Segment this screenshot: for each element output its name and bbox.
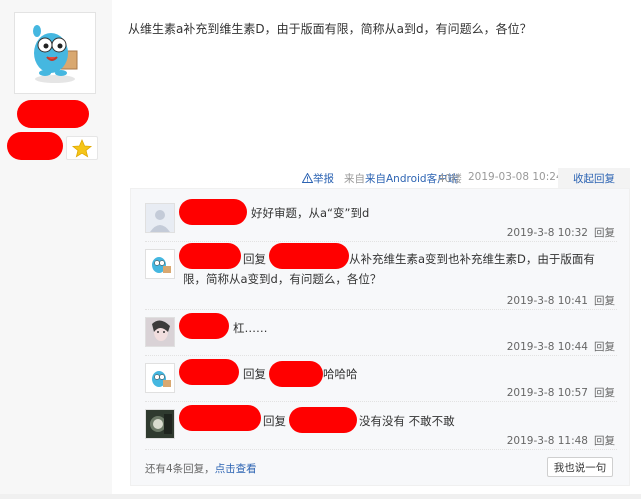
reply-text: 杠…… xyxy=(233,321,268,335)
reply-divider xyxy=(145,401,617,402)
redacted-replier xyxy=(179,243,241,269)
post-meta: 举报 来自来自Android客户端 40楼 2019-03-08 10:24 收… xyxy=(300,168,630,190)
reply-avatar[interactable] xyxy=(145,317,175,347)
reply-time: 2019-3-8 10:41 xyxy=(506,295,588,307)
reply-divider xyxy=(145,449,617,450)
mascot-avatar-icon xyxy=(146,364,174,392)
reply-avatar[interactable] xyxy=(145,363,175,393)
reply-time: 2019-3-8 11:48 xyxy=(506,435,588,447)
reply-prefix: 回复 xyxy=(243,367,266,381)
reply-button[interactable]: 回复 xyxy=(594,435,615,447)
post-content: 从维生素a补充到维生素D，由于版面有限，简称从a到d，有问题么，各位？ xyxy=(128,22,532,36)
redacted-badge-name xyxy=(7,132,63,160)
say-something-button[interactable]: 我也说一句 xyxy=(547,457,613,477)
reply-meta: 2019-3-8 11:48 回复 xyxy=(507,433,615,448)
reply-meta: 2019-3-8 10:44 回复 xyxy=(507,339,615,354)
redacted-replier xyxy=(179,359,239,385)
reply-divider xyxy=(145,355,617,356)
reply-time: 2019-3-8 10:32 xyxy=(506,227,588,239)
report-label[interactable]: 举报 xyxy=(313,173,334,185)
warning-triangle-icon xyxy=(301,172,314,183)
reply-divider xyxy=(145,309,617,310)
redacted-mention xyxy=(269,361,323,387)
author-avatar[interactable] xyxy=(14,12,96,94)
floor-number: 40楼 xyxy=(438,173,462,185)
redacted-replier xyxy=(179,405,261,431)
redacted-replier xyxy=(179,199,247,225)
reply-meta: 2019-3-8 10:32 回复 xyxy=(507,225,615,240)
collapse-replies-button[interactable]: 收起回复 xyxy=(558,168,630,190)
reply-divider xyxy=(145,241,617,242)
reply-button[interactable]: 回复 xyxy=(594,227,615,239)
reply-text: 没有没有 不敢不敢 xyxy=(359,414,455,428)
reply-button[interactable]: 回复 xyxy=(594,295,615,307)
bottom-divider xyxy=(0,494,641,499)
reply-prefix: 回复 xyxy=(263,414,286,428)
photo-avatar-icon xyxy=(146,410,174,438)
redacted-replier xyxy=(179,313,229,339)
reply-time: 2019-3-8 10:44 xyxy=(506,341,588,353)
post-datetime: 2019-03-08 10:24 xyxy=(468,171,563,183)
photo-avatar-icon xyxy=(146,318,174,346)
default-user-icon xyxy=(146,204,174,232)
more-replies-prefix: 还有4条回复， xyxy=(145,463,215,475)
reply-meta: 2019-3-8 10:41 回复 xyxy=(507,293,615,308)
reply-button[interactable]: 回复 xyxy=(594,341,615,353)
star-icon xyxy=(71,138,93,158)
reply-button[interactable]: 回复 xyxy=(594,387,615,399)
report-link[interactable]: 举报 xyxy=(301,171,334,186)
reply-text: 哈哈哈 xyxy=(323,367,358,381)
more-replies: 还有4条回复，点击查看 xyxy=(145,461,257,476)
reply-text-line1: 从补充维生素a变到也补充维生素D，由于版面有 xyxy=(349,252,595,266)
level-badge xyxy=(66,136,98,160)
reply-list: 好好审题，从a“变”到d 2019-3-8 10:32 回复 回复 从补充维生素a… xyxy=(130,188,630,486)
reply-text-line2: 限，简称从a变到d，有问题么，各位？ xyxy=(183,272,382,286)
reply-text: 好好审题，从a“变”到d xyxy=(251,206,370,220)
reply-prefix: 回复 xyxy=(243,252,266,266)
reply-avatar[interactable] xyxy=(145,409,175,439)
reply-time: 2019-3-8 10:57 xyxy=(506,387,588,399)
redacted-username xyxy=(17,100,89,128)
redacted-mention xyxy=(269,243,349,269)
mascot-avatar-icon xyxy=(146,250,174,278)
reply-avatar[interactable] xyxy=(145,249,175,279)
view-more-link[interactable]: 点击查看 xyxy=(215,463,257,475)
reply-meta: 2019-3-8 10:57 回复 xyxy=(507,385,615,400)
redacted-mention xyxy=(289,407,357,433)
reply-avatar[interactable] xyxy=(145,203,175,233)
author-column xyxy=(0,0,112,499)
mascot-avatar-icon xyxy=(15,13,95,93)
